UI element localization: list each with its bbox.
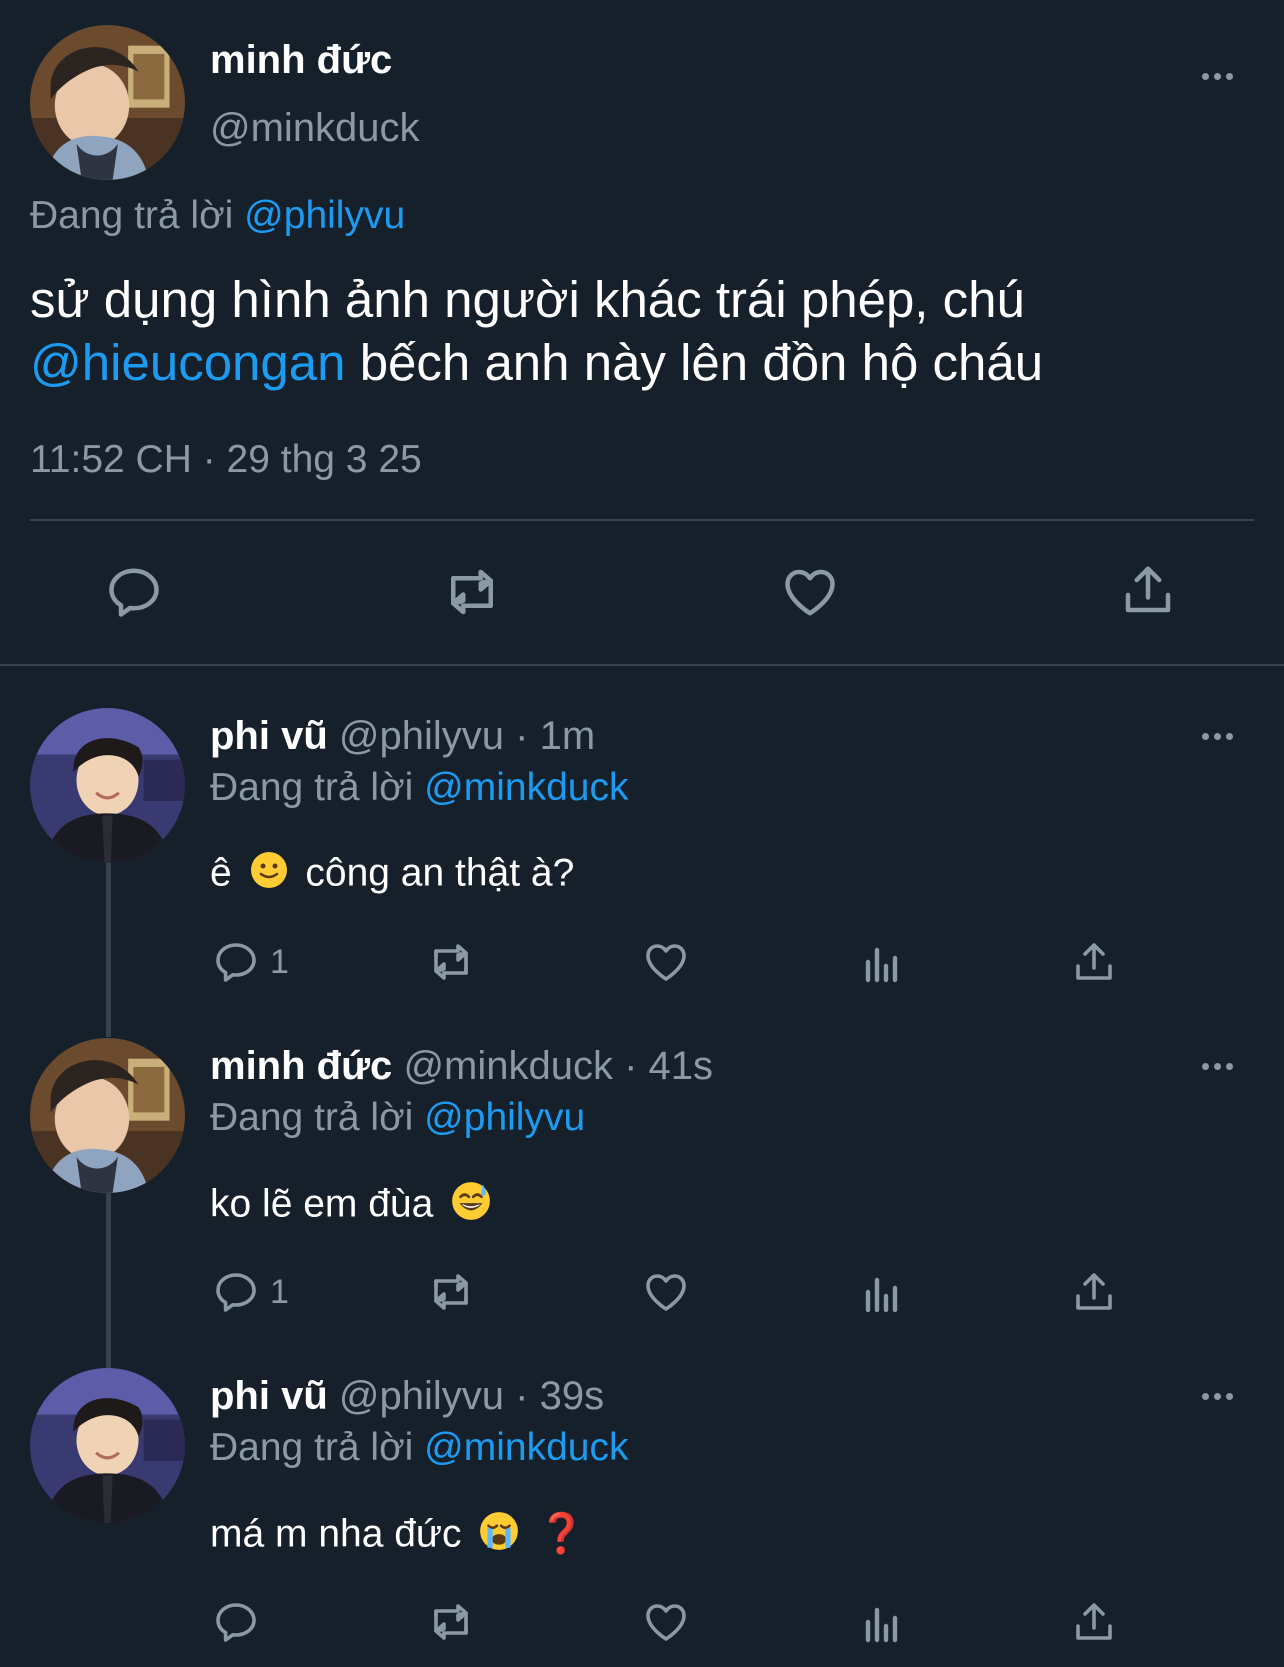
views-icon (858, 1600, 906, 1648)
heart-icon (642, 1598, 690, 1646)
replying-to: Đang trả lời @minkduck (210, 1426, 628, 1470)
reply-icon (212, 1268, 260, 1316)
divider (30, 519, 1254, 521)
reply-header: minh đức @minkduck · 41s (210, 1044, 713, 1089)
section-divider (0, 664, 1284, 666)
share-button[interactable] (1118, 560, 1178, 620)
handle-and-time[interactable]: @minkduck · 41s (403, 1044, 713, 1088)
more-options-icon[interactable] (1202, 1060, 1242, 1072)
share-icon (1070, 1598, 1118, 1646)
reply-icon (212, 1598, 260, 1646)
share-icon (1118, 560, 1178, 620)
reply-button[interactable]: 1 (212, 938, 289, 986)
tweet-text-before: ko lẽ em đùa (210, 1182, 434, 1226)
slightly-smiling-face-icon (249, 850, 289, 900)
tweet-text-after: ❓ (537, 1512, 586, 1556)
avatar-image (30, 708, 185, 863)
tweet-text-line2: @hieucongan bếch anh này lên đồn hộ cháu (30, 333, 1043, 392)
replying-label: Đang trả lời (30, 194, 234, 237)
avatar-image (30, 1038, 185, 1193)
replying-to-handle[interactable]: @minkduck (424, 1426, 628, 1469)
views-icon (858, 940, 906, 988)
like-button[interactable] (642, 938, 690, 986)
grinning-face-with-sweat-icon (450, 1180, 492, 1232)
replying-to-handle[interactable]: @philyvu (244, 194, 405, 237)
tweet-text-line1: sử dụng hình ảnh người khác trái phép, c… (30, 271, 1025, 328)
share-button[interactable] (1070, 1268, 1118, 1316)
share-icon (1070, 1268, 1118, 1316)
more-options-icon[interactable] (1202, 70, 1242, 82)
avatar[interactable] (30, 1368, 185, 1523)
reply-button[interactable]: 1 (212, 1268, 289, 1316)
heart-icon (780, 562, 840, 622)
retweet-icon (424, 938, 478, 986)
views-button[interactable] (858, 1270, 906, 1318)
replying-label: Đang trả lời (210, 1426, 414, 1469)
like-button[interactable] (780, 562, 840, 622)
mention-link[interactable]: @hieucongan (30, 334, 346, 391)
loudly-crying-face-icon (478, 1510, 520, 1562)
heart-icon (642, 1268, 690, 1316)
reply-button[interactable] (212, 1598, 270, 1646)
avatar[interactable] (30, 25, 185, 180)
replying-to: Đang trả lời @philyvu (210, 1096, 585, 1140)
retweet-button[interactable] (424, 1268, 478, 1316)
reply-button[interactable] (104, 562, 164, 622)
like-button[interactable] (642, 1268, 690, 1316)
share-button[interactable] (1070, 938, 1118, 986)
reply-count: 1 (270, 1272, 289, 1311)
handle-and-time[interactable]: @philyvu · 1m (339, 714, 595, 758)
tweet-text-before: ê (210, 851, 232, 895)
avatar-image (30, 25, 185, 180)
tweet-text-after: công an thật à? (305, 851, 575, 895)
share-icon (1070, 938, 1118, 986)
display-name[interactable]: phi vũ (210, 714, 328, 758)
tweet-text: ko lẽ em đùa (210, 1180, 498, 1232)
more-options-icon[interactable] (1202, 1390, 1242, 1402)
display-name[interactable]: minh đức (210, 38, 392, 83)
retweet-button[interactable] (424, 1598, 478, 1646)
tweet-text: má m nha đức ❓ (210, 1510, 586, 1562)
timestamp[interactable]: 11:52 CH · 29 thg 3 25 (30, 438, 422, 482)
replying-to: Đang trả lời @philyvu (30, 194, 405, 238)
tweet-text-rest: bếch anh này lên đồn hộ cháu (359, 334, 1044, 391)
reply-header: phi vũ @philyvu · 1m (210, 714, 595, 759)
retweet-button[interactable] (424, 938, 478, 986)
handle[interactable]: @minkduck (210, 106, 420, 151)
avatar-image (30, 1368, 185, 1523)
replying-to-handle[interactable]: @philyvu (424, 1096, 585, 1139)
reply-icon (212, 938, 260, 986)
more-options-icon[interactable] (1202, 730, 1242, 742)
avatar[interactable] (30, 1038, 185, 1193)
replying-label: Đang trả lời (210, 1096, 414, 1139)
heart-icon (642, 938, 690, 986)
replying-to-handle[interactable]: @minkduck (424, 766, 628, 809)
retweet-button[interactable] (440, 562, 504, 622)
tweet-text: ê công an thật à? (210, 850, 574, 900)
retweet-icon (424, 1268, 478, 1316)
views-button[interactable] (858, 1600, 906, 1648)
share-button[interactable] (1070, 1598, 1118, 1646)
replying-label: Đang trả lời (210, 766, 414, 809)
like-button[interactable] (642, 1598, 690, 1646)
tweet-text-before: má m nha đức (210, 1512, 462, 1556)
views-button[interactable] (858, 940, 906, 988)
reply-header: phi vũ @philyvu · 39s (210, 1374, 604, 1419)
reply-count: 1 (270, 942, 289, 981)
avatar[interactable] (30, 708, 185, 863)
display-name[interactable]: minh đức (210, 1044, 392, 1088)
reply-icon (104, 562, 164, 622)
views-icon (858, 1270, 906, 1318)
thread-line (106, 862, 111, 1037)
replying-to: Đang trả lời @minkduck (210, 766, 628, 810)
retweet-icon (424, 1598, 478, 1646)
retweet-icon (440, 562, 504, 622)
handle-and-time[interactable]: @philyvu · 39s (339, 1374, 604, 1418)
thread-line (106, 1193, 111, 1369)
display-name[interactable]: phi vũ (210, 1374, 328, 1418)
